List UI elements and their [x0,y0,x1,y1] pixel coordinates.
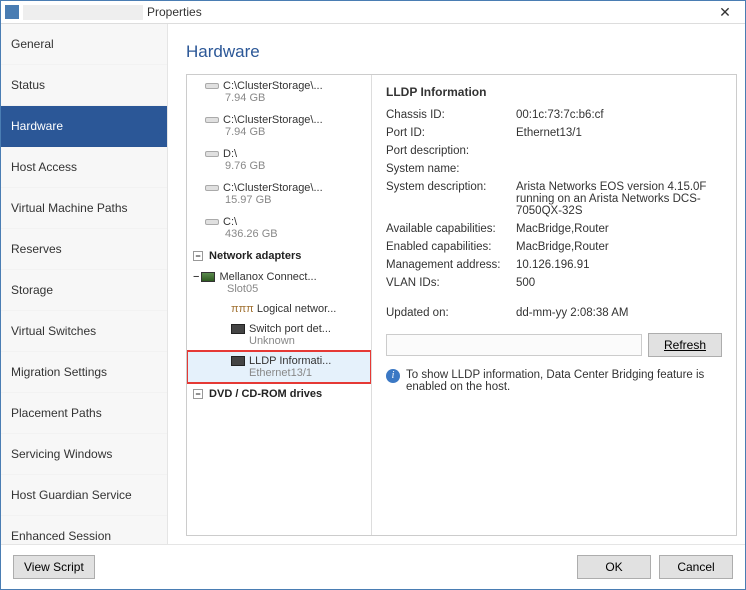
disk-icon [205,151,219,157]
disk-item[interactable]: D:\9.76 GB [187,143,371,177]
title-placeholder [23,5,143,20]
tree-node[interactable]: Switch port det...Unknown [187,319,371,351]
close-button[interactable]: ✕ [705,4,745,21]
ok-button[interactable]: OK [577,555,651,579]
sidebar-item-storage[interactable]: Storage [1,270,167,311]
field-label: Chassis ID: [386,109,516,121]
field-value: 500 [516,277,722,289]
detail-title: LLDP Information [386,85,722,99]
cancel-button[interactable]: Cancel [659,555,733,579]
disk-item[interactable]: C:\436.26 GB [187,211,371,245]
network-adapter-icon [201,272,215,282]
sidebar-item-general[interactable]: General [1,24,167,65]
field-label: Available capabilities: [386,223,516,235]
dvd-group[interactable]: − DVD / CD-ROM drives [187,383,371,405]
updated-value: dd-mm-yy 2:08:38 AM [516,307,722,319]
updated-label: Updated on: [386,307,516,319]
page-title: Hardware [186,42,737,62]
field-label: System name: [386,163,516,175]
hardware-tree: C:\ClusterStorage\...7.94 GBC:\ClusterSt… [187,75,372,535]
sidebar-item-host-guardian-service[interactable]: Host Guardian Service [1,475,167,516]
refresh-button[interactable]: Refresh [648,333,722,357]
field-value [516,163,722,175]
field-label: Port ID: [386,127,516,139]
titlebar: Properties ✕ [1,1,745,24]
disk-icon [205,185,219,191]
field-value: Arista Networks EOS version 4.15.0F runn… [516,181,722,217]
footer: View Script OK Cancel [1,544,745,589]
window-title: Properties [147,5,202,19]
field-value: MacBridge,Router [516,241,722,253]
sidebar-item-host-access[interactable]: Host Access [1,147,167,188]
field-value: Ethernet13/1 [516,127,722,139]
sidebar-item-hardware[interactable]: Hardware [1,106,167,147]
sidebar-item-virtual-switches[interactable]: Virtual Switches [1,311,167,352]
disk-icon [205,117,219,123]
field-value: 00:1c:73:7c:b6:cf [516,109,722,121]
sidebar-item-placement-paths[interactable]: Placement Paths [1,393,167,434]
field-label: Port description: [386,145,516,157]
collapse-icon[interactable]: − [193,271,199,283]
info-text: To show LLDP information, Data Center Br… [406,369,722,393]
sidebar-item-status[interactable]: Status [1,65,167,106]
field-label: Management address: [386,259,516,271]
tree-node[interactable]: LLDP Informati...Ethernet13/1 [187,351,371,383]
network-adapters-group[interactable]: − Network adapters [187,245,371,267]
field-value [516,145,722,157]
collapse-icon[interactable]: − [193,389,203,399]
detail-pane: LLDP Information Chassis ID:00:1c:73:7c:… [372,75,736,535]
view-script-button[interactable]: View Script [13,555,95,579]
sidebar-item-reserves[interactable]: Reserves [1,229,167,270]
field-value: 10.126.196.91 [516,259,722,271]
sidebar-item-servicing-windows[interactable]: Servicing Windows [1,434,167,475]
info-icon: i [386,369,400,383]
tree-node[interactable]: πππ Logical networ... [187,299,371,319]
field-label: System description: [386,181,516,217]
disk-icon [205,219,219,225]
sidebar-item-virtual-machine-paths[interactable]: Virtual Machine Paths [1,188,167,229]
adapter-item[interactable]: −Mellanox Connect...Slot05 [187,267,371,299]
port-icon [231,324,245,334]
sidebar: GeneralStatusHardwareHost AccessVirtual … [1,24,168,544]
collapse-icon[interactable]: − [193,251,203,261]
sidebar-item-migration-settings[interactable]: Migration Settings [1,352,167,393]
disk-item[interactable]: C:\ClusterStorage\...15.97 GB [187,177,371,211]
field-label: VLAN IDs: [386,277,516,289]
status-textbox [386,334,642,356]
field-label: Enabled capabilities: [386,241,516,253]
logical-network-icon: πππ [231,303,254,315]
disk-item[interactable]: C:\ClusterStorage\...7.94 GB [187,109,371,143]
port-icon [231,356,245,366]
disk-icon [205,83,219,89]
disk-item[interactable]: C:\ClusterStorage\...7.94 GB [187,75,371,109]
field-value: MacBridge,Router [516,223,722,235]
app-icon [5,5,19,19]
sidebar-item-enhanced-session[interactable]: Enhanced Session [1,516,167,544]
